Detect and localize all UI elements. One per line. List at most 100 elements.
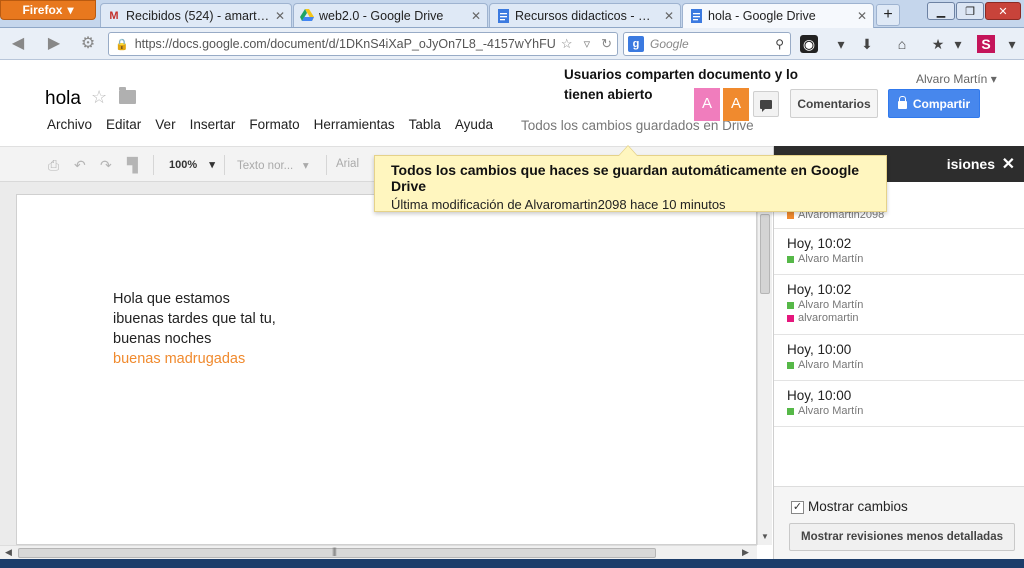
- bookmarks-icon[interactable]: ★: [929, 35, 947, 53]
- horizontal-scroll-thumb[interactable]: [18, 548, 656, 558]
- print-icon[interactable]: ⎙: [48, 157, 59, 174]
- document-line[interactable]: ibuenas tardes que tal tu,: [113, 311, 276, 327]
- author-color-swatch: [787, 314, 794, 322]
- camera-addon-icon[interactable]: ◉: [800, 35, 818, 53]
- reload-icon[interactable]: ↻: [601, 36, 612, 52]
- undo-icon[interactable]: ↶: [74, 157, 86, 174]
- docs-icon: [689, 9, 703, 23]
- addon-s-icon[interactable]: S: [977, 35, 995, 53]
- revision-time: Hoy, 10:02: [787, 236, 852, 251]
- paint-format-icon[interactable]: ▜: [127, 157, 138, 174]
- download-icon[interactable]: ⬇: [858, 35, 876, 53]
- menu-ayuda[interactable]: Ayuda: [455, 117, 493, 132]
- toolbar-divider: [153, 155, 154, 175]
- search-input[interactable]: Google: [650, 37, 769, 51]
- docs-icon: [496, 8, 510, 23]
- style-value: Texto nor...: [237, 160, 294, 172]
- collaborator-avatar[interactable]: A: [694, 88, 720, 121]
- browser-nav-bar: ◀ ▶ ⚙ 🔒 https://docs.google.com/document…: [0, 28, 1024, 60]
- close-window-button[interactable]: ✕: [985, 2, 1021, 20]
- chevron-down-icon[interactable]: ▾: [1003, 35, 1021, 53]
- revision-author: Alvaro Martín: [787, 299, 1024, 311]
- chat-button[interactable]: [753, 91, 779, 117]
- author-name: Alvaro Martín: [798, 405, 864, 417]
- os-taskbar: [0, 559, 1024, 568]
- google-search-engine-icon[interactable]: g: [628, 36, 644, 52]
- dropdown-icon[interactable]: ▿: [584, 36, 591, 52]
- close-tab-icon[interactable]: ✕: [275, 9, 285, 23]
- show-changes-label[interactable]: Mostrar cambios: [808, 499, 908, 514]
- chevron-down-icon: ▾: [67, 3, 74, 17]
- revision-time: Hoy, 10:02: [787, 282, 852, 297]
- revision-item[interactable]: Hoy, 10:02 Alvaro Martín alvaromartin: [774, 275, 1024, 335]
- menu-editar[interactable]: Editar: [106, 117, 141, 132]
- maximize-button[interactable]: ❐: [956, 2, 984, 20]
- document-line[interactable]: Hola que estamos: [113, 291, 230, 307]
- menu-insertar[interactable]: Insertar: [190, 117, 236, 132]
- font-select[interactable]: Arial: [336, 158, 359, 170]
- vertical-scroll-thumb[interactable]: [760, 214, 770, 294]
- zoom-select[interactable]: 100% ▾: [169, 158, 215, 171]
- folder-icon[interactable]: [119, 87, 136, 104]
- star-icon[interactable]: ☆: [91, 87, 107, 108]
- menu-herramientas[interactable]: Herramientas: [314, 117, 395, 132]
- browser-tab-recursos[interactable]: Recursos didacticos - Goo... ✕: [489, 3, 681, 27]
- firefox-menu-label: Firefox: [22, 3, 63, 17]
- chevron-down-icon[interactable]: ▾: [832, 35, 850, 53]
- revision-item[interactable]: Hoy, 10:02 Alvaro Martín: [774, 229, 1024, 275]
- home-icon[interactable]: ⌂: [893, 35, 911, 53]
- identity-icon[interactable]: ⚙: [78, 34, 98, 54]
- chevron-down-icon[interactable]: ▾: [949, 35, 967, 53]
- menu-ver[interactable]: Ver: [155, 117, 175, 132]
- browser-tab-drive[interactable]: web2.0 - Google Drive ✕: [293, 3, 488, 27]
- browser-tab-hola[interactable]: hola - Google Drive ✕: [682, 3, 874, 28]
- close-tab-icon[interactable]: ✕: [857, 9, 867, 23]
- scroll-left-arrow-icon[interactable]: ◀: [5, 547, 12, 558]
- revision-time: Hoy, 10:00: [787, 342, 852, 357]
- scroll-right-arrow-icon[interactable]: ▶: [742, 547, 749, 558]
- less-detailed-revisions-button[interactable]: Mostrar revisiones menos detalladas: [789, 523, 1015, 551]
- horizontal-scrollbar[interactable]: ◀ ||| ▶: [0, 545, 757, 559]
- scroll-grip-icon: |||: [332, 546, 337, 556]
- new-tab-button[interactable]: +: [876, 4, 900, 26]
- menu-archivo[interactable]: Archivo: [47, 117, 92, 132]
- lock-icon: [897, 96, 907, 109]
- document-line-changed[interactable]: buenas madrugadas: [113, 351, 245, 367]
- author-name: Alvaro Martín: [798, 359, 864, 371]
- redo-icon[interactable]: ↷: [100, 157, 112, 174]
- close-tab-icon[interactable]: ✕: [664, 9, 674, 23]
- collaborator-avatar[interactable]: A: [723, 88, 749, 121]
- back-arrow-icon[interactable]: ◀: [8, 34, 28, 54]
- document-canvas: Hola que estamos ibuenas tardes que tal …: [0, 182, 772, 545]
- revision-item[interactable]: Hoy, 10:00 Alvaro Martín: [774, 335, 1024, 381]
- zoom-value: 100%: [169, 159, 198, 171]
- vertical-scrollbar[interactable]: ▲ ▼: [757, 182, 772, 545]
- style-select[interactable]: Texto nor... ▾: [237, 158, 309, 172]
- show-changes-checkbox[interactable]: ✓: [791, 501, 804, 514]
- document-title[interactable]: hola: [45, 88, 81, 110]
- bookmark-star-icon[interactable]: ☆: [561, 36, 573, 52]
- close-tab-icon[interactable]: ✕: [471, 9, 481, 23]
- author-color-swatch: [787, 211, 794, 219]
- firefox-menu-button[interactable]: Firefox ▾: [0, 0, 96, 20]
- document-line[interactable]: buenas noches: [113, 331, 211, 347]
- drive-icon: [300, 9, 314, 23]
- revision-panel-title: isiones: [946, 156, 995, 172]
- forward-arrow-icon[interactable]: ▶: [44, 34, 64, 54]
- close-icon[interactable]: ✕: [1002, 154, 1015, 174]
- revision-author: Alvaro Martín: [787, 253, 1024, 265]
- menu-tabla[interactable]: Tabla: [409, 117, 441, 132]
- search-bar[interactable]: g Google ⚲: [623, 32, 791, 56]
- scroll-down-arrow-icon[interactable]: ▼: [761, 532, 769, 541]
- document-page[interactable]: Hola que estamos ibuenas tardes que tal …: [16, 194, 757, 545]
- account-name[interactable]: Alvaro Martín ▾: [916, 72, 997, 86]
- menu-formato[interactable]: Formato: [249, 117, 299, 132]
- url-bar[interactable]: 🔒 https://docs.google.com/document/d/1DK…: [108, 32, 618, 56]
- minimize-button[interactable]: ▁: [927, 2, 955, 20]
- share-button[interactable]: Compartir: [888, 89, 980, 118]
- browser-tab-gmail[interactable]: M Recibidos (524) - amartind... ✕: [100, 3, 292, 27]
- search-icon[interactable]: ⚲: [775, 37, 784, 51]
- revision-item[interactable]: Hoy, 10:00 Alvaro Martín: [774, 381, 1024, 427]
- comments-button[interactable]: Comentarios: [790, 89, 878, 118]
- tab-label: hola - Google Drive: [708, 9, 816, 23]
